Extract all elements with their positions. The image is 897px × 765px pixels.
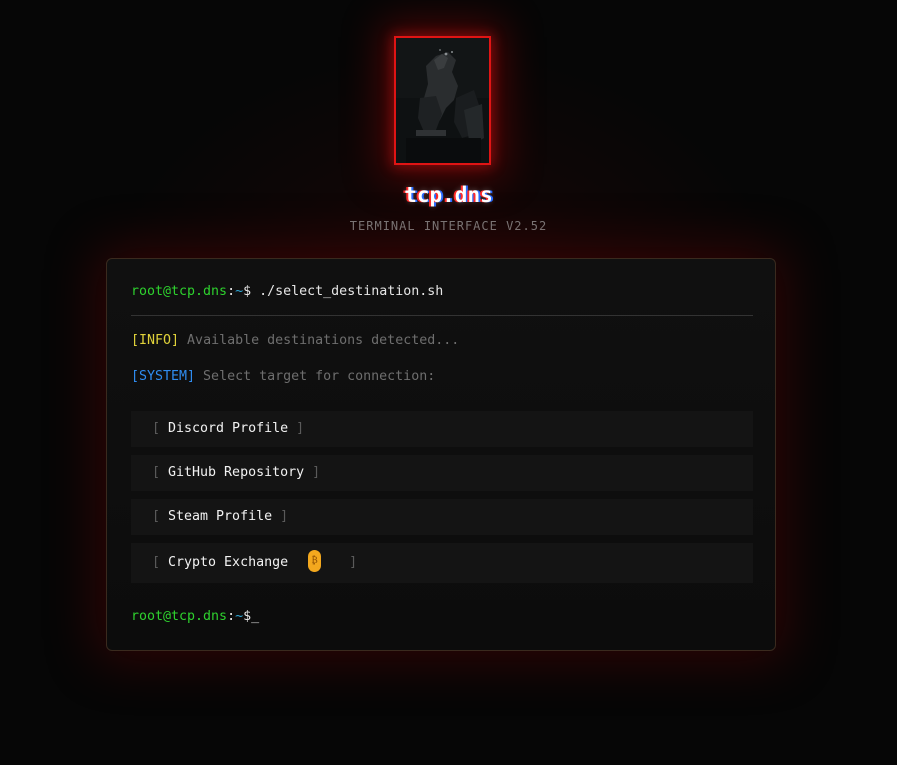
- command-prompt-line: root@tcp.dns:~$ ./select_destination.sh: [131, 284, 443, 299]
- prompt-separator: :: [227, 284, 236, 299]
- prompt-path: ~: [235, 609, 244, 624]
- destination-label: Discord Profile: [168, 421, 289, 436]
- site-title: tcp.dns: [404, 183, 493, 207]
- destination-label: Steam Profile: [168, 509, 273, 524]
- prompt-user-host: root@tcp.dns: [131, 609, 228, 624]
- destination-label: GitHub Repository: [168, 465, 305, 480]
- info-tag: [INFO]: [131, 333, 180, 348]
- bracket-open: [: [152, 465, 169, 480]
- avatar-image: [396, 38, 489, 163]
- info-text: Available destinations detected...: [179, 333, 460, 348]
- destination-github-repository[interactable]: [ GitHub Repository ]: [131, 455, 753, 491]
- bracket-open: [: [152, 555, 169, 570]
- bracket-open: [: [152, 421, 169, 436]
- bitcoin-icon: ₿: [308, 550, 322, 572]
- system-tag: [SYSTEM]: [131, 369, 196, 384]
- prompt-user-host: root@tcp.dns: [131, 284, 228, 299]
- destination-steam-profile[interactable]: [ Steam Profile ]: [131, 499, 753, 535]
- bracket-close: ]: [272, 509, 289, 524]
- destination-crypto-exchange[interactable]: [ Crypto Exchange ₿ ]: [131, 543, 753, 583]
- bracket-close: ]: [288, 421, 305, 436]
- bracket-close: ]: [304, 465, 321, 480]
- system-text: Select target for connection:: [195, 369, 436, 384]
- page: tcp.dns TERMINAL INTERFACE V2.52 root@tc…: [0, 0, 897, 765]
- avatar: [394, 36, 491, 165]
- site-subtitle: TERMINAL INTERFACE V2.52: [349, 219, 548, 233]
- prompt-symbol: $: [243, 284, 252, 299]
- prompt-path: ~: [235, 284, 244, 299]
- prompt-command: ./select_destination.sh: [251, 284, 444, 299]
- final-prompt-line[interactable]: root@tcp.dns:~$_: [131, 609, 259, 624]
- terminal-divider: [131, 315, 753, 316]
- cursor: _: [251, 609, 260, 624]
- info-line: [INFO] Available destinations detected..…: [131, 333, 459, 348]
- bracket-close: ]: [341, 555, 358, 570]
- terminal-window: root@tcp.dns:~$ ./select_destination.sh …: [106, 258, 776, 651]
- destination-label: Crypto Exchange: [168, 555, 289, 570]
- bracket-open: [: [152, 509, 169, 524]
- prompt-separator: :: [227, 609, 236, 624]
- prompt-symbol: $: [243, 609, 252, 624]
- system-line: [SYSTEM] Select target for connection:: [131, 369, 435, 384]
- destination-discord-profile[interactable]: [ Discord Profile ]: [131, 411, 753, 447]
